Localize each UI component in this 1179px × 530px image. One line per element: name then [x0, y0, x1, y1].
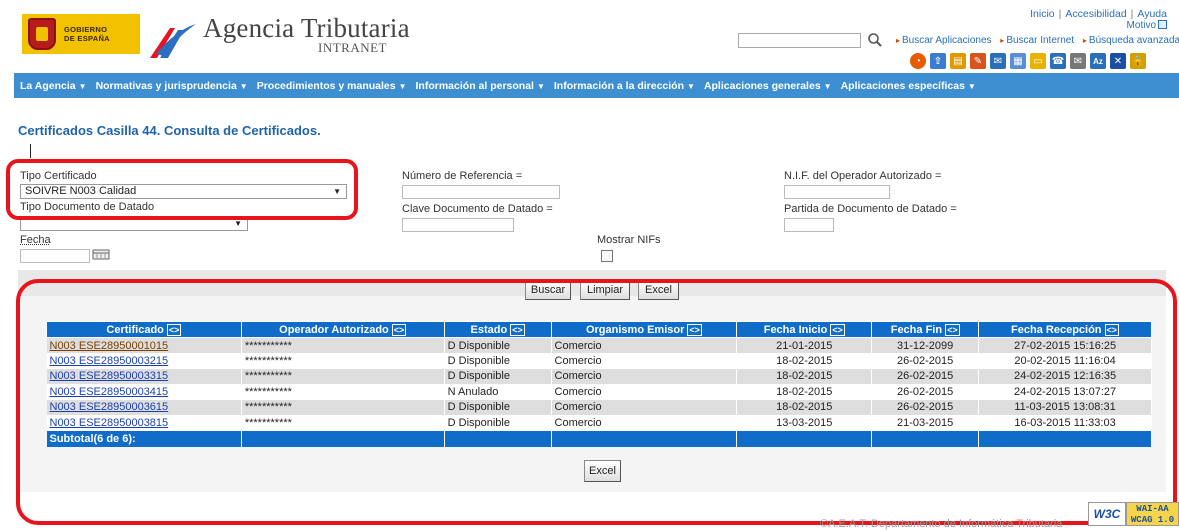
nav-informacion-personal[interactable]: Información al personal ▼ [416, 80, 545, 92]
dropdown-arrow-icon: ▼ [823, 81, 832, 91]
folder-icon[interactable]: ▭ [1030, 53, 1046, 69]
nav-normativas[interactable]: Normativas y jurisprudencia ▼ [96, 80, 248, 92]
quick-toolbar: ◔ ⇧ ▤ ✎ ✉ ▦ ▭ ☎ ✉ Az ✕ 🔒 [910, 53, 1146, 69]
mostrar-nifs-checkbox[interactable] [601, 250, 613, 262]
nav-aplicaciones-especificas[interactable]: Aplicaciones específicas ▼ [841, 80, 976, 92]
search-input[interactable] [738, 33, 861, 48]
partida-input[interactable] [784, 218, 834, 232]
spain-crest-icon [28, 18, 56, 50]
notes-icon[interactable]: ✎ [970, 53, 986, 69]
lock-icon[interactable]: 🔒 [1130, 53, 1146, 69]
page-title: Certificados Casilla 44. Consulta de Cer… [18, 123, 321, 138]
w3c-badge-icon[interactable]: W3C [1088, 502, 1126, 526]
page-header: GOBIERNO DE ESPAÑA Agencia Tributaria IN… [0, 0, 1179, 70]
nif-label: N.I.F. del Operador Autorizado = [784, 170, 942, 182]
link-inicio[interactable]: Inicio [1030, 8, 1055, 20]
text-cursor [30, 144, 31, 158]
link-buscar-internet[interactable]: Buscar Internet [1006, 35, 1074, 46]
search-icon[interactable] [867, 32, 883, 48]
clave-documento-label: Clave Documento de Datado = [402, 203, 553, 215]
upload-icon[interactable]: ⇧ [930, 53, 946, 69]
fecha-input[interactable] [20, 249, 90, 263]
numero-referencia-label: Número de Referencia = [402, 170, 523, 182]
calendar-icon[interactable] [92, 249, 110, 260]
phone-icon[interactable]: ☎ [1050, 53, 1066, 69]
mail-icon[interactable]: ✉ [1070, 53, 1086, 69]
search-links: ▸ Buscar Aplicaciones ▸ Buscar Internet ▸ B… [896, 35, 1179, 46]
chat-icon[interactable]: ✉ [990, 53, 1006, 69]
fecha-label: Fecha [20, 234, 51, 246]
agency-subtitle: INTRANET [318, 40, 387, 55]
motivo-link[interactable]: Motivo [1127, 20, 1167, 31]
presentation-icon[interactable]: ▦ [1010, 53, 1026, 69]
dropdown-arrow-icon: ▼ [239, 81, 248, 91]
mostrar-nifs-label: Mostrar NIFs [597, 234, 661, 246]
top-links: Inicio | Accesibilidad | Ayuda [1030, 8, 1167, 20]
agencia-tributaria-logo-icon [150, 24, 196, 58]
partida-label: Partida de Documento de Datado = [784, 203, 957, 215]
document-icon[interactable]: ▤ [950, 53, 966, 69]
link-ayuda[interactable]: Ayuda [1137, 8, 1167, 20]
wai-aa-badge-icon[interactable]: WAI-AA WCAG 1.0 [1126, 502, 1179, 526]
dropdown-arrow-icon: ▼ [78, 81, 87, 91]
dropdown-arrow-icon: ▼ [967, 81, 976, 91]
highlight-tipo-certificado [6, 159, 358, 220]
link-buscar-aplicaciones[interactable]: Buscar Aplicaciones [902, 35, 992, 46]
gobierno-logo[interactable]: GOBIERNO DE ESPAÑA [22, 14, 140, 54]
dropdown-arrow-icon: ▼ [687, 81, 695, 91]
nav-procedimientos[interactable]: Procedimientos y manuales ▼ [257, 80, 407, 92]
gobierno-logo-text: GOBIERNO DE ESPAÑA [64, 25, 110, 43]
tools-icon[interactable]: ✕ [1110, 53, 1126, 69]
link-busqueda-avanzada[interactable]: Búsqueda avanzada [1089, 35, 1179, 46]
sort-az-icon[interactable]: Az [1090, 53, 1106, 69]
nav-informacion-direccion[interactable]: Información a la dirección ▼ [554, 80, 695, 92]
link-accesibilidad[interactable]: Accesibilidad [1065, 8, 1126, 20]
main-nav: La Agencia ▼ Normativas y jurisprudencia ▼… [14, 73, 1179, 98]
dropdown-arrow-icon: ▼ [536, 81, 545, 91]
clave-documento-input[interactable] [402, 218, 514, 232]
nav-la-agencia[interactable]: La Agencia ▼ [20, 80, 87, 92]
nav-aplicaciones-generales[interactable]: Aplicaciones generales ▼ [704, 80, 832, 92]
motivo-icon [1158, 20, 1167, 29]
numero-referencia-input[interactable] [402, 185, 560, 199]
highlight-results [16, 279, 1177, 525]
nif-input[interactable] [784, 185, 890, 199]
chart-icon[interactable]: ◔ [910, 53, 926, 69]
dropdown-arrow-icon: ▼ [398, 81, 407, 91]
footer-copyright: ©A.E.A.T. Departamento de Informática Tr… [820, 518, 1063, 530]
